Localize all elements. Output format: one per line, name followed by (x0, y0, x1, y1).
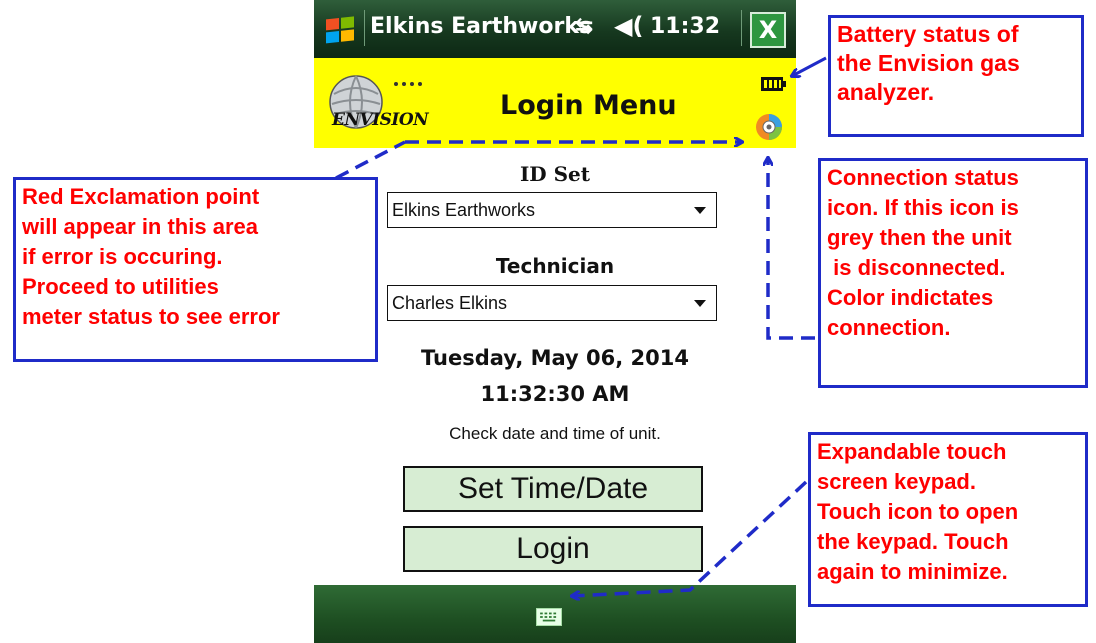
device-screen: Elkins Earthworks ⇆ ◀( 11:32 X ENVISION … (314, 0, 796, 643)
windows-start-icon[interactable] (320, 10, 360, 48)
keyboard-icon[interactable] (536, 608, 562, 626)
technician-value: Charles Elkins (392, 293, 508, 313)
id-set-label: ID Set (519, 162, 591, 186)
connection-annotation: Connection status icon. If this icon is … (818, 158, 1088, 388)
connection-status-icon[interactable] (754, 112, 784, 142)
annotation-line: Expandable touch (817, 439, 1007, 464)
clock-time[interactable]: 11:32 (650, 14, 720, 39)
login-form: ID Set Elkins Earthworks Technician Char… (314, 148, 796, 585)
technician-dropdown[interactable]: Charles Elkins (387, 285, 717, 321)
annotation-line: Battery status of (837, 21, 1019, 47)
annotation-line: again to minimize. (817, 559, 1008, 584)
login-button[interactable]: Login (403, 526, 703, 572)
battery-icon[interactable] (760, 76, 786, 92)
annotation-line: Connection status (827, 165, 1019, 190)
page-title: Login Menu (500, 90, 677, 121)
bottom-bar (314, 585, 796, 643)
current-time: 11:32:30 AM (480, 382, 630, 406)
annotation-line: the Envision gas (837, 50, 1020, 76)
dropdown-arrow-icon (694, 207, 706, 214)
current-date: Tuesday, May 06, 2014 (421, 346, 689, 370)
error-annotation: Red Exclamation point will appear in thi… (13, 177, 378, 362)
check-instructions: Check date and time of unit. (449, 424, 661, 443)
connectivity-icon[interactable]: ⇆ (575, 14, 593, 39)
id-set-value: Elkins Earthworks (392, 200, 536, 220)
annotation-line: Touch icon to open (817, 499, 1019, 524)
volume-icon[interactable]: ◀( (614, 12, 643, 40)
set-time-date-button[interactable]: Set Time/Date (403, 466, 703, 512)
annotation-line: will appear in this area (22, 214, 258, 239)
technician-label: Technician (495, 254, 615, 278)
annotation-line: Red Exclamation point (22, 184, 260, 209)
annotation-line: meter status to see error (22, 304, 280, 329)
annotation-line: grey then the unit (827, 225, 1012, 250)
logo-text: ENVISION (332, 110, 429, 130)
annotation-line: Proceed to utilities (22, 274, 219, 299)
annotation-line: Color indictates (827, 285, 994, 310)
dropdown-arrow-icon (694, 300, 706, 307)
close-icon[interactable]: X (750, 12, 786, 48)
keypad-annotation: Expandable touch screen keypad. Touch ic… (808, 432, 1088, 607)
title-bar: Elkins Earthworks ⇆ ◀( 11:32 X (314, 0, 796, 58)
annotation-line: if error is occuring. (22, 244, 223, 269)
annotation-line: connection. (827, 315, 951, 340)
annotation-line: icon. If this icon is (827, 195, 1019, 220)
envision-logo: ENVISION (324, 72, 430, 136)
titlebar-divider (741, 10, 742, 46)
id-set-dropdown[interactable]: Elkins Earthworks (387, 192, 717, 228)
annotation-line: is disconnected. (827, 255, 1006, 280)
titlebar-divider (364, 10, 365, 46)
annotation-line: the keypad. Touch (817, 529, 1009, 554)
annotation-line: analyzer. (837, 79, 935, 105)
annotation-line: screen keypad. (817, 469, 976, 494)
battery-annotation: Battery status of the Envision gas analy… (828, 15, 1084, 137)
battery-arrow (792, 56, 827, 76)
login-header: ENVISION Login Menu (314, 58, 796, 148)
app-title: Elkins Earthworks (370, 14, 593, 39)
